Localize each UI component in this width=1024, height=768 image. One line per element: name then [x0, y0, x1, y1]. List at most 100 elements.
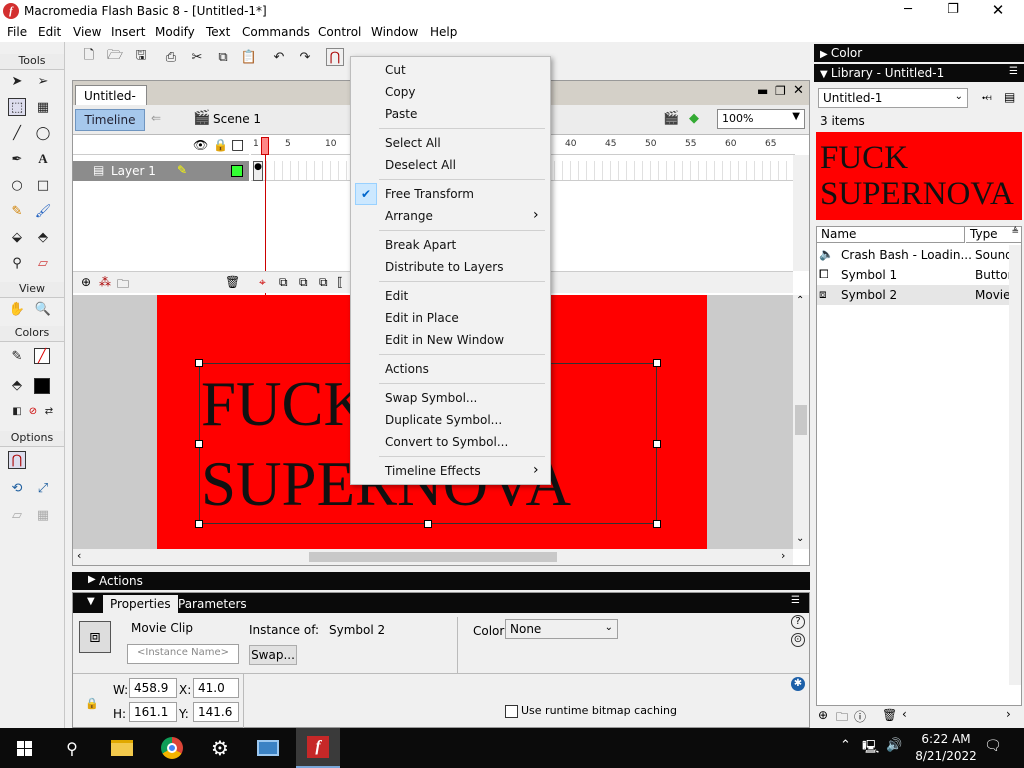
menu-item-deselect-all[interactable]: Deselect All — [385, 158, 456, 172]
app-button[interactable] — [246, 728, 290, 768]
volume-icon[interactable]: 🔊 — [886, 738, 902, 753]
insert-layer-icon[interactable]: ⊕ — [81, 275, 91, 289]
library-header-name[interactable]: Name — [817, 227, 965, 243]
instance-name-input[interactable]: <Instance Name> — [127, 644, 239, 664]
pen-tool-icon[interactable]: ✒ — [8, 150, 26, 168]
oval-tool-icon[interactable]: ○ — [8, 176, 26, 194]
properties-icon[interactable]: ⓘ — [854, 708, 866, 725]
menu-item-duplicate-symbol[interactable]: Duplicate Symbol... — [385, 413, 502, 427]
menu-edit[interactable]: Edit — [38, 25, 61, 39]
color-panel-header[interactable]: ▶ Color — [814, 44, 1024, 62]
playhead[interactable] — [261, 137, 269, 155]
symbol-type-select[interactable]: Movie Clip — [127, 619, 237, 639]
insert-folder-icon[interactable]: 🗀 — [117, 275, 129, 296]
layer-row[interactable]: ▤ Layer 1 ✎ — [73, 161, 249, 181]
panel-options-icon[interactable]: ☰ — [1009, 66, 1018, 77]
save-icon[interactable]: 🖫 — [132, 48, 150, 66]
undo-icon[interactable]: ↶ — [270, 48, 288, 66]
lock-icon[interactable]: 🔒 — [213, 138, 228, 152]
stroke-color-icon[interactable]: ✎ — [8, 347, 26, 365]
hscroll-thumb[interactable] — [309, 552, 557, 562]
layer-outline-swatch[interactable] — [231, 165, 243, 177]
width-input[interactable]: 458.9 — [129, 678, 177, 698]
redo-icon[interactable]: ↷ — [296, 48, 314, 66]
menu-control[interactable]: Control — [318, 25, 361, 39]
transform-handle-br[interactable] — [653, 520, 661, 528]
menu-item-free-transform[interactable]: Free Transform — [385, 187, 474, 201]
minimize-button[interactable]: ─ — [898, 2, 918, 17]
accessibility-icon[interactable]: ✱ — [791, 677, 805, 691]
subselect-tool-icon[interactable]: ➢ — [34, 72, 52, 90]
rectangle-tool-icon[interactable]: □ — [34, 176, 52, 194]
menu-item-paste[interactable]: Paste — [385, 107, 417, 121]
menu-item-arrange[interactable]: Arrange — [385, 209, 433, 223]
settings-button[interactable]: ⚙ — [198, 728, 242, 768]
text-tool-icon[interactable]: A — [34, 150, 52, 168]
tab-properties[interactable]: Properties — [103, 595, 178, 613]
line-tool-icon[interactable]: ╱ — [8, 124, 26, 142]
delete-icon[interactable]: 🗑 — [882, 708, 897, 722]
pencil-tool-icon[interactable]: ✎ — [8, 202, 26, 220]
edit-symbols-icon[interactable]: ◆ — [689, 111, 699, 126]
center-frame-icon[interactable]: ⌖ — [259, 275, 266, 290]
menu-insert[interactable]: Insert — [111, 25, 145, 39]
doc-restore-icon[interactable]: ❐ — [775, 84, 786, 98]
chrome-button[interactable] — [150, 728, 194, 768]
eye-icon[interactable]: 👁 — [193, 138, 208, 152]
flash-taskbar-button[interactable]: f — [296, 728, 340, 768]
ink-bottle-tool-icon[interactable]: ⬙ — [8, 228, 26, 246]
color-effect-select[interactable]: None ⌄ — [505, 619, 618, 639]
transform-handle-tr[interactable] — [653, 359, 661, 367]
library-item[interactable]: ⧠ Symbol 1 Button — [817, 265, 1011, 285]
menu-item-timeline-effects[interactable]: Timeline Effects — [385, 464, 481, 478]
menu-item-distribute-to-layers[interactable]: Distribute to Layers — [385, 260, 504, 274]
document-tab[interactable]: Untitled-1* — [75, 85, 147, 117]
snap-toolbar-icon[interactable]: ⋂ — [326, 48, 344, 66]
menu-item-edit[interactable]: Edit — [385, 289, 408, 303]
menu-commands[interactable]: Commands — [242, 25, 310, 39]
free-transform-tool-icon[interactable]: ⬚ — [8, 98, 26, 116]
bitmap-caching-checkbox[interactable] — [505, 705, 518, 718]
scroll-right-icon[interactable]: › — [781, 549, 785, 562]
properties-options-icon[interactable]: ⊙ — [791, 633, 805, 647]
menu-item-convert-to-symbol[interactable]: Convert to Symbol... — [385, 435, 508, 449]
swap-button[interactable]: Swap... — [249, 645, 297, 665]
stage-vscroll[interactable]: ⌃ ⌄ — [793, 295, 809, 549]
menu-window[interactable]: Window — [371, 25, 418, 39]
scroll-down-icon[interactable]: ⌄ — [796, 533, 804, 544]
delete-layer-icon[interactable]: 🗑 — [225, 275, 240, 289]
onion-skin-icon[interactable]: ⧉ — [279, 275, 288, 290]
library-item[interactable]: ⧈ Symbol 2 Movie — [817, 285, 1011, 305]
edit-multiple-frames-icon[interactable]: ⧉ — [319, 275, 328, 290]
library-document-select[interactable]: Untitled-1 ⌄ — [818, 88, 968, 108]
fill-transform-tool-icon[interactable]: ▦ — [34, 98, 52, 116]
x-input[interactable]: 41.0 — [193, 678, 239, 698]
scroll-right-icon[interactable]: › — [1006, 707, 1011, 721]
new-file-icon[interactable]: 🗋 — [80, 48, 98, 66]
menu-item-edit-in-new-window[interactable]: Edit in New Window — [385, 333, 504, 347]
modify-markers-icon[interactable]: ⟦ — [337, 275, 343, 289]
timeline-toggle-button[interactable]: Timeline — [75, 109, 145, 131]
copy-icon[interactable]: ⧉ — [214, 48, 232, 66]
transform-handle-tl[interactable] — [195, 359, 203, 367]
collapse-arrow-icon[interactable]: ▼ — [87, 596, 95, 607]
menu-modify[interactable]: Modify — [155, 25, 195, 39]
zoom-select[interactable]: 100% ▼ — [717, 109, 805, 129]
fill-color-swatch[interactable] — [34, 378, 50, 394]
scroll-thumb[interactable] — [795, 405, 807, 435]
library-vscroll[interactable] — [1009, 245, 1021, 685]
close-button[interactable]: ✕ — [988, 1, 1008, 19]
menu-view[interactable]: View — [73, 25, 101, 39]
network-icon[interactable]: 🖳 — [862, 738, 879, 760]
eyedropper-tool-icon[interactable]: ⚲ — [8, 254, 26, 272]
notifications-icon[interactable]: 🗨 — [984, 738, 1002, 754]
maximize-button[interactable]: ❐ — [943, 2, 963, 17]
menu-item-edit-in-place[interactable]: Edit in Place — [385, 311, 459, 325]
scroll-up-icon[interactable]: ⌃ — [796, 295, 804, 306]
scroll-left-icon[interactable]: ‹ — [77, 549, 81, 562]
rotate-skew-icon[interactable]: ⟲ — [8, 479, 26, 497]
start-button[interactable] — [2, 728, 46, 768]
snap-magnet-icon[interactable]: ⋂ — [8, 451, 26, 469]
open-file-icon[interactable]: 🗁 — [106, 48, 124, 66]
library-panel-header[interactable]: ▼ Library - Untitled-1 ☰ — [814, 64, 1024, 82]
